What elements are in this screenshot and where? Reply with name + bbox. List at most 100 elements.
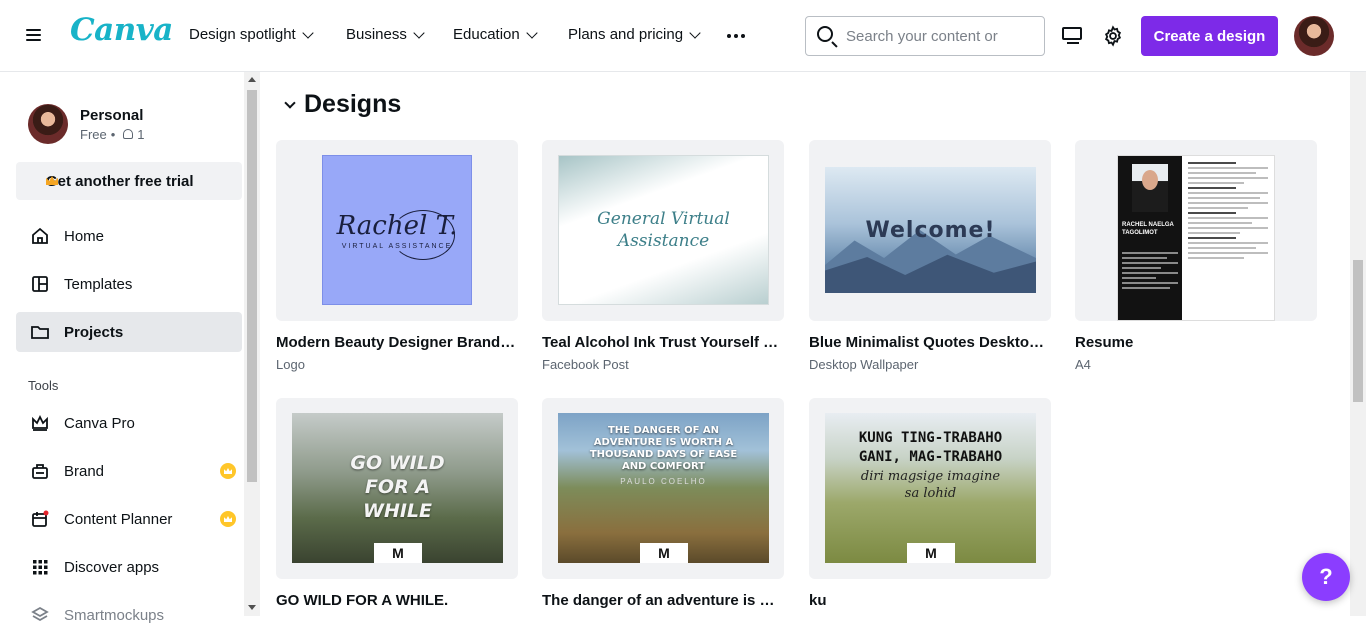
- sidebar-item-smartmockups[interactable]: Smartmockups: [16, 595, 242, 635]
- chevron-down-icon: [526, 26, 538, 39]
- more-icon[interactable]: [727, 34, 745, 38]
- sidebar-item-label: Smartmockups: [64, 606, 165, 624]
- design-title[interactable]: Modern Beauty Designer Brand N...: [276, 334, 518, 351]
- wallpaper-preview: Welcome!: [825, 167, 1036, 293]
- create-design-button[interactable]: Create a design: [1141, 16, 1278, 56]
- logo-ring-shape: [391, 210, 455, 260]
- gear-icon[interactable]: [1102, 25, 1124, 47]
- nav-label: Plans and pricing: [568, 26, 684, 43]
- design-card[interactable]: KUNG TING-TRABAHO GANI, MAG-TRABAHO diri…: [809, 398, 1051, 609]
- apps-grid-icon: [33, 560, 48, 575]
- account-avatar: [28, 104, 68, 144]
- sidebar: Personal Free • 1 Get another free trial…: [0, 72, 260, 624]
- design-card[interactable]: Welcome! Blue Minimalist Quotes Desktop …: [809, 140, 1051, 372]
- user-icon: [123, 129, 134, 139]
- design-thumbnail[interactable]: Welcome!: [809, 140, 1051, 321]
- sidebar-scroll-thumb[interactable]: [247, 90, 257, 482]
- menu-icon[interactable]: [26, 26, 46, 46]
- resume-preview: RACHEL NAELGA TAGOLIMOT: [1117, 155, 1275, 321]
- design-thumbnail[interactable]: Rachel T. VIRTUAL ASSISTANCE: [276, 140, 518, 321]
- scroll-down-arrow[interactable]: [248, 605, 256, 610]
- canva-logo[interactable]: Canva: [70, 12, 173, 48]
- design-card[interactable]: Rachel T. VIRTUAL ASSISTANCE Modern Beau…: [276, 140, 518, 372]
- pro-crown-badge: [220, 463, 236, 479]
- quote-image-preview: GO WILD FOR A WHILE M: [292, 413, 503, 563]
- avatar[interactable]: [1294, 16, 1334, 56]
- sidebar-item-content-planner[interactable]: Content Planner: [16, 499, 242, 539]
- preview-text: GO WILD FOR A WHILE: [350, 452, 445, 522]
- nav-business[interactable]: Business: [346, 26, 425, 43]
- design-card[interactable]: General Virtual Assistance Teal Alcohol …: [542, 140, 784, 372]
- design-card[interactable]: RACHEL NAELGA TAGOLIMOT Resume A4: [1075, 140, 1317, 372]
- design-title[interactable]: Blue Minimalist Quotes Desktop ...: [809, 334, 1051, 351]
- nav-design-spotlight[interactable]: Design spotlight: [189, 26, 314, 43]
- main-content: Designs Rachel T. VIRTUAL ASSISTANCE Mod…: [260, 72, 1350, 616]
- design-thumbnail[interactable]: General Virtual Assistance: [542, 140, 784, 321]
- sidebar-item-label: Content Planner: [64, 510, 173, 528]
- tools-heading: Tools: [28, 378, 59, 393]
- design-card[interactable]: GO WILD FOR A WHILE M GO WILD FOR A WHIL…: [276, 398, 518, 609]
- quote-image-preview: KUNG TING-TRABAHO GANI, MAG-TRABAHO diri…: [825, 413, 1036, 563]
- main-scrollbar[interactable]: [1350, 72, 1366, 616]
- calendar-icon: [32, 510, 49, 527]
- design-card[interactable]: THE DANGER OF AN ADVENTURE IS WORTH A TH…: [542, 398, 784, 609]
- design-title[interactable]: The danger of an adventure is wor...: [542, 592, 784, 609]
- account-name: Personal: [80, 106, 144, 124]
- folder-icon: [31, 326, 49, 339]
- scroll-up-arrow[interactable]: [248, 77, 256, 82]
- account-members: 1: [137, 126, 145, 142]
- design-title[interactable]: GO WILD FOR A WHILE.: [276, 592, 518, 609]
- sidebar-item-templates[interactable]: Templates: [16, 264, 242, 304]
- sidebar-item-label: Projects: [64, 323, 124, 341]
- sidebar-item-discover-apps[interactable]: Discover apps: [16, 547, 242, 587]
- brand-icon: [32, 464, 48, 479]
- design-title[interactable]: Teal Alcohol Ink Trust Yourself Qu...: [542, 334, 784, 351]
- design-type: Logo: [276, 357, 305, 372]
- resume-photo: [1132, 164, 1168, 212]
- free-trial-button[interactable]: Get another free trial: [16, 162, 242, 200]
- search-box[interactable]: [805, 16, 1045, 56]
- desktop-app-icon[interactable]: [1062, 27, 1084, 45]
- sidebar-item-label: Templates: [64, 275, 133, 293]
- search-input[interactable]: [846, 27, 1036, 45]
- account-meta: Free • 1: [80, 127, 145, 142]
- mockup-icon: [31, 606, 49, 622]
- resume-body: [1182, 156, 1274, 320]
- quote-image-preview: THE DANGER OF AN ADVENTURE IS WORTH A TH…: [558, 413, 769, 563]
- sidebar-item-label: Discover apps: [64, 558, 160, 576]
- separator-dot: •: [110, 126, 116, 142]
- nav-education[interactable]: Education: [453, 26, 538, 43]
- help-button[interactable]: ?: [1302, 553, 1350, 601]
- design-title[interactable]: Resume: [1075, 334, 1317, 351]
- designs-section-toggle[interactable]: Designs: [284, 90, 401, 119]
- watermark-logo: M: [907, 543, 955, 563]
- watermark-logo: M: [374, 543, 422, 563]
- sidebar-scrollbar[interactable]: [244, 72, 260, 616]
- nav-plans-pricing[interactable]: Plans and pricing: [568, 26, 701, 43]
- design-type: A4: [1075, 357, 1091, 372]
- sidebar-item-home[interactable]: Home: [16, 216, 242, 256]
- sidebar-item-brand[interactable]: Brand: [16, 451, 242, 491]
- design-thumbnail[interactable]: KUNG TING-TRABAHO GANI, MAG-TRABAHO diri…: [809, 398, 1051, 579]
- design-thumbnail[interactable]: GO WILD FOR A WHILE M: [276, 398, 518, 579]
- main-scroll-thumb[interactable]: [1353, 260, 1363, 402]
- preview-subtext: PAULO COELHO: [620, 477, 707, 486]
- account-switcher[interactable]: Personal Free • 1: [28, 104, 145, 144]
- sidebar-item-projects[interactable]: Projects: [16, 312, 242, 352]
- nav-label: Business: [346, 26, 407, 43]
- design-title[interactable]: ku: [809, 592, 1051, 609]
- sidebar-item-label: Home: [64, 227, 105, 245]
- design-thumbnail[interactable]: THE DANGER OF AN ADVENTURE IS WORTH A TH…: [542, 398, 784, 579]
- templates-icon: [32, 276, 48, 292]
- chevron-down-icon: [284, 96, 296, 109]
- search-icon: [817, 26, 833, 42]
- sidebar-item-canva-pro[interactable]: Canva Pro: [16, 403, 242, 443]
- account-plan: Free: [80, 126, 107, 142]
- top-bar: Canva Design spotlight Business Educatio…: [0, 0, 1366, 72]
- design-type: Facebook Post: [542, 357, 629, 372]
- home-icon: [32, 227, 48, 244]
- logo-design-preview: Rachel T. VIRTUAL ASSISTANCE: [322, 155, 472, 305]
- pro-crown-badge: [220, 511, 236, 527]
- design-thumbnail[interactable]: RACHEL NAELGA TAGOLIMOT: [1075, 140, 1317, 321]
- preview-text: THE DANGER OF AN ADVENTURE IS WORTH A TH…: [589, 425, 738, 472]
